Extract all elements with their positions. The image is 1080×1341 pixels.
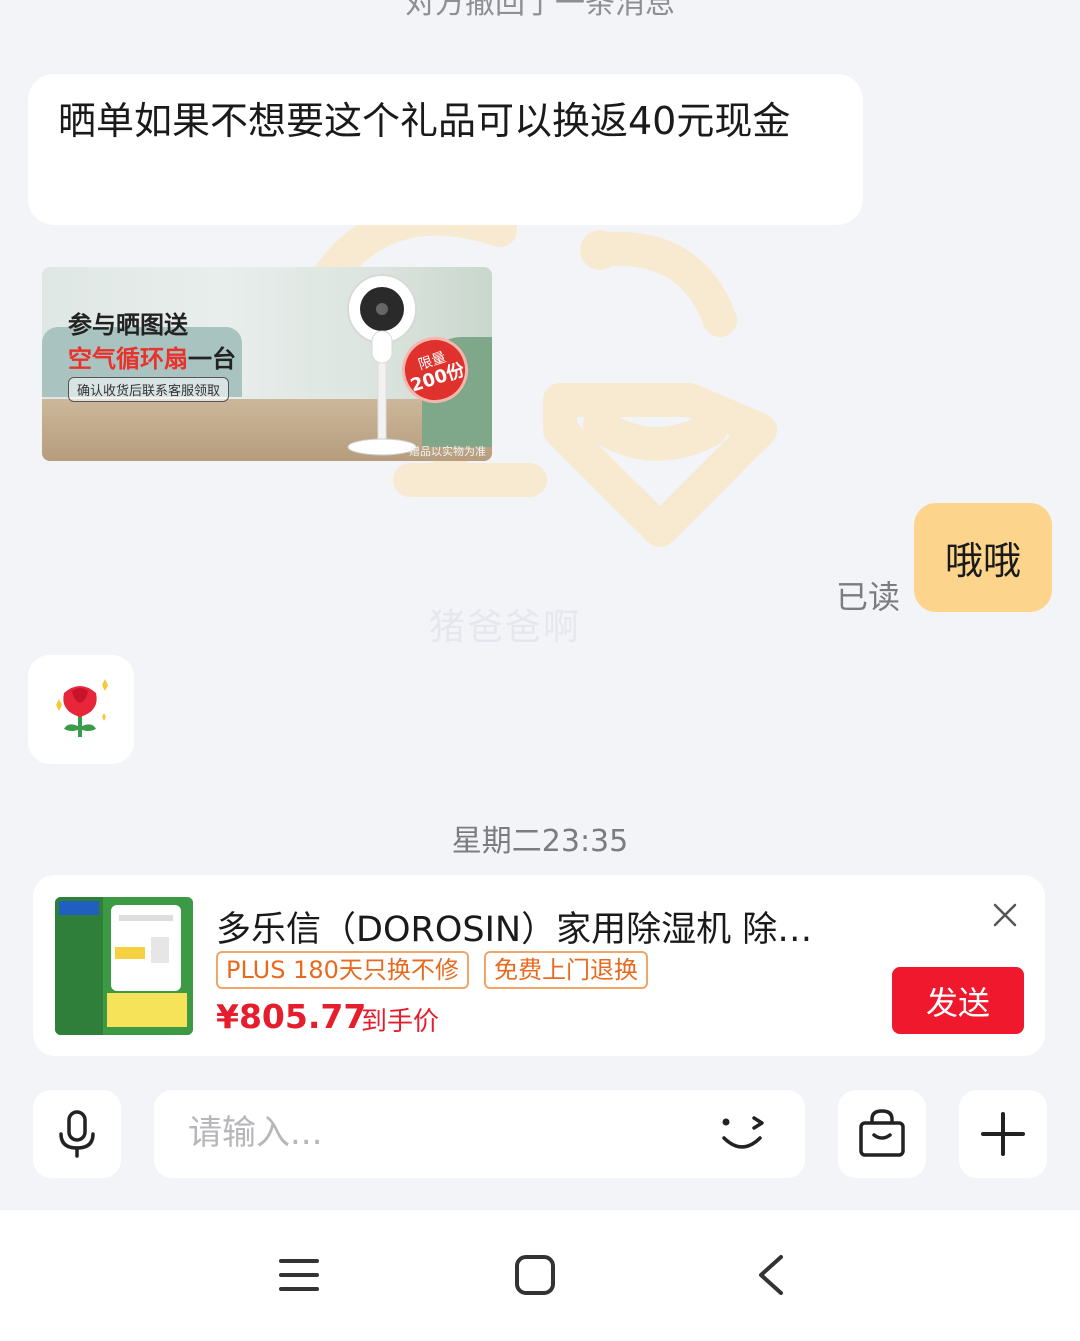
timestamp: 星期二23:35 bbox=[451, 824, 629, 859]
product-price: ¥805.77 bbox=[216, 997, 367, 1036]
rose-emoji-icon bbox=[56, 679, 108, 737]
back-button[interactable] bbox=[741, 1245, 801, 1305]
plus-icon bbox=[981, 1112, 1025, 1156]
promo-note: *赠品以实物为准 bbox=[403, 445, 487, 458]
menu-lines-icon bbox=[279, 1259, 319, 1291]
product-title[interactable]: 多乐信（DOROSIN）家用除湿机 除… bbox=[216, 901, 916, 952]
more-button[interactable] bbox=[959, 1090, 1047, 1178]
message-input-box[interactable] bbox=[154, 1090, 805, 1178]
product-thumbnail[interactable] bbox=[55, 897, 193, 1035]
microphone-icon bbox=[59, 1110, 95, 1158]
promo-line-1: 参与晒图送 bbox=[68, 311, 188, 339]
product-tag-plus: PLUS 180天只换不修 bbox=[216, 951, 469, 989]
home-square-icon bbox=[515, 1255, 555, 1295]
promo-line-2: 空气循环扇一台 bbox=[68, 339, 236, 374]
recents-button[interactable] bbox=[269, 1245, 329, 1305]
message-input[interactable] bbox=[188, 1108, 688, 1158]
close-icon[interactable] bbox=[988, 898, 1022, 932]
home-button[interactable] bbox=[505, 1245, 565, 1305]
read-status: 已读 bbox=[836, 578, 901, 616]
send-button[interactable]: 发送 bbox=[892, 967, 1024, 1034]
voice-button[interactable] bbox=[33, 1090, 121, 1178]
product-tag-return: 免费上门退换 bbox=[484, 951, 648, 989]
dehumidifier-icon bbox=[55, 897, 193, 1035]
emoji-wink-icon[interactable] bbox=[714, 1108, 774, 1160]
system-navigation-bar bbox=[0, 1210, 1080, 1341]
back-chevron-icon bbox=[759, 1255, 783, 1295]
promo-image-message[interactable]: 参与晒图送 空气循环扇一台 确认收货后联系客服领取 限量 200份 *赠品以实物为… bbox=[42, 267, 492, 461]
shopping-bag-icon bbox=[859, 1109, 905, 1157]
promo-line-3: 确认收货后联系客服领取 bbox=[68, 377, 230, 402]
price-label: 到手价 bbox=[361, 1007, 440, 1037]
incoming-emoji-bubble[interactable] bbox=[28, 655, 134, 764]
recall-notice: 对方撤回了一条消息 bbox=[405, 0, 675, 21]
incoming-message-bubble[interactable]: 晒单如果不想要这个礼品可以换返40元现金 bbox=[28, 74, 863, 225]
promo-line-2-rest: 一台 bbox=[188, 345, 236, 373]
outgoing-message-bubble[interactable]: 哦哦 bbox=[914, 503, 1052, 612]
product-card[interactable]: 多乐信（DOROSIN）家用除湿机 除… PLUS 180天只换不修 免费上门退… bbox=[33, 875, 1045, 1056]
shopping-bag-button[interactable] bbox=[838, 1090, 926, 1178]
promo-highlight: 空气循环扇 bbox=[68, 345, 188, 373]
